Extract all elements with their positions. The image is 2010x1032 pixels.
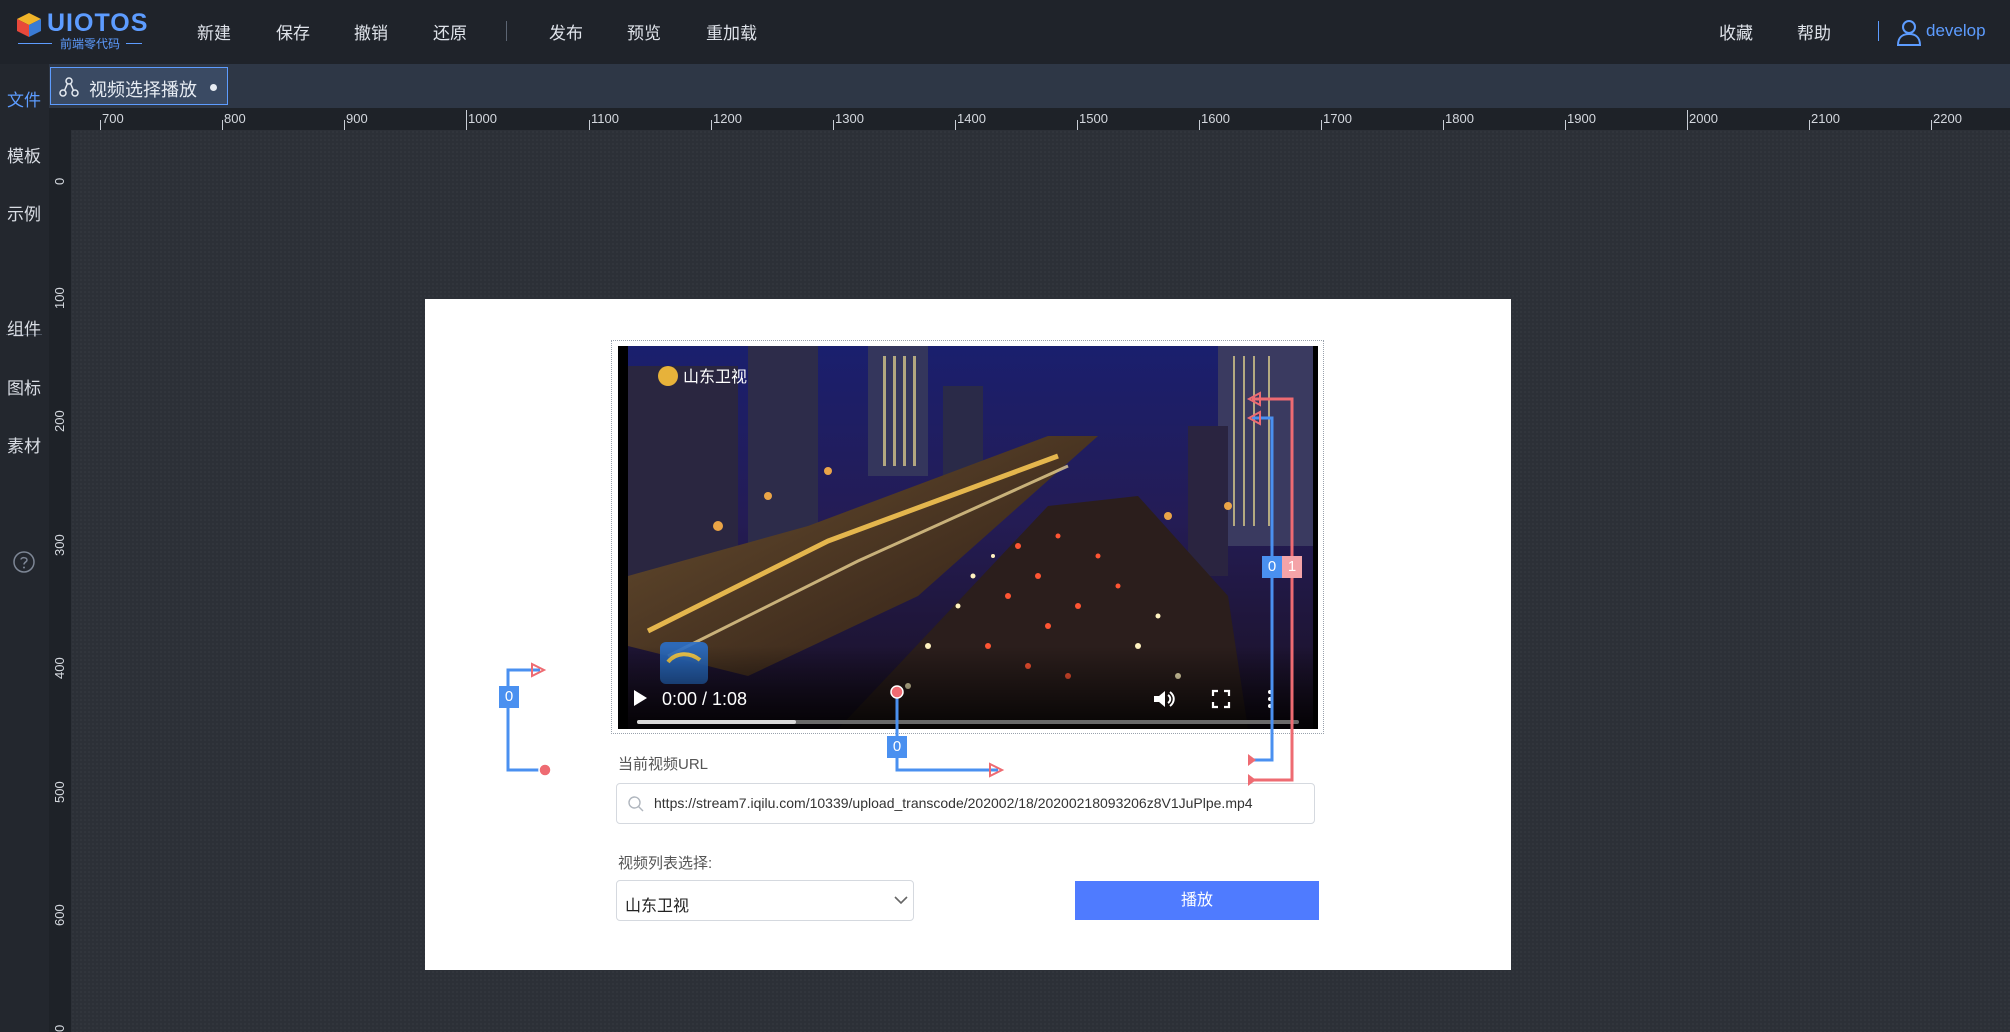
channel-watermark: 山东卫视: [683, 368, 747, 386]
ruler-label: 400: [52, 657, 67, 679]
ruler-tick: [1931, 120, 1932, 130]
volume-icon[interactable]: [1153, 689, 1177, 709]
tab-bar: 视频选择播放: [49, 64, 2010, 108]
menu-favorites[interactable]: 收藏: [1719, 19, 1753, 44]
ruler-tick: [344, 120, 345, 130]
sidebar-item-template[interactable]: 模板: [0, 142, 48, 167]
ruler-tick: [1565, 120, 1566, 130]
sidebar-item-example[interactable]: 示例: [0, 200, 48, 225]
search-icon: [628, 796, 644, 812]
ruler-label: 700: [102, 111, 124, 126]
menu-new[interactable]: 新建: [197, 19, 231, 44]
link-badge-middle: 0: [887, 736, 907, 758]
sidebar-item-file[interactable]: 文件: [0, 86, 48, 111]
unsaved-dot-icon: [210, 84, 217, 91]
ruler-label: 2200: [1933, 111, 1962, 126]
ruler-label: 900: [346, 111, 368, 126]
top-bar: UIOTOS 前端零代码 新建 保存 撤销 还原 发布 预览 重加载 收藏 帮助…: [0, 0, 2010, 64]
menu-preview[interactable]: 预览: [627, 19, 661, 44]
menu-help[interactable]: 帮助: [1797, 19, 1831, 44]
play-icon[interactable]: [632, 689, 648, 707]
video-progress-bar[interactable]: [637, 720, 1299, 724]
ruler-label: 500: [52, 781, 67, 803]
ruler-tick: [1443, 120, 1444, 130]
ruler-tick: [711, 120, 712, 130]
menu-divider: [506, 21, 507, 41]
sidebar-item-icon[interactable]: 图标: [0, 374, 48, 399]
video-time: 0:00 / 1:08: [662, 689, 748, 709]
ruler-tick: [1321, 120, 1322, 130]
design-workarea[interactable]: 山东卫视 0:00 / 1:08 当前视频URL https://stream7…: [71, 130, 2010, 1032]
ruler-label: 200: [52, 410, 67, 432]
ruler-label: 600: [52, 904, 67, 926]
ruler-label: 1300: [835, 111, 864, 126]
logo-divider: [18, 43, 52, 44]
ruler-label: 1200: [713, 111, 742, 126]
video-list-select[interactable]: 山东卫视: [616, 880, 914, 921]
ruler-label: 2100: [1811, 111, 1840, 126]
tab-label: 视频选择播放: [89, 80, 197, 100]
ruler-label: 100: [52, 287, 67, 309]
play-button[interactable]: 播放: [1075, 881, 1319, 920]
tab-video-select-play[interactable]: 视频选择播放: [50, 67, 228, 105]
ruler-tick: [1809, 120, 1810, 130]
menu-redo[interactable]: 还原: [433, 19, 467, 44]
design-canvas[interactable]: 山东卫视 0:00 / 1:08 当前视频URL https://stream7…: [425, 299, 1511, 970]
ruler-label: 0: [52, 1024, 67, 1032]
link-badge-right-blue: 0: [1262, 556, 1282, 578]
question-circle-icon[interactable]: [12, 550, 36, 574]
logo-title: UIOTOS: [47, 9, 149, 37]
user-name[interactable]: develop: [1926, 21, 1986, 41]
ruler-label: 1400: [957, 111, 986, 126]
select-value: 山东卫视: [625, 898, 690, 915]
ruler-tick: [1687, 110, 1688, 130]
ruler-label: 1700: [1323, 111, 1352, 126]
logo-divider: [126, 43, 142, 44]
video-controls: 0:00 / 1:08: [618, 646, 1318, 729]
ruler-tick: [589, 120, 590, 130]
menu-divider: [1878, 21, 1879, 41]
vertical-ruler: 0 100 200 300 400 500 600 0: [49, 130, 71, 1032]
horizontal-ruler: 700 800 900 1000 1100 1200 1300 1400 1500 1600 170…: [49, 108, 2010, 130]
chevron-down-icon: [894, 896, 908, 905]
ruler-tick: [955, 120, 956, 130]
ruler-label: 1500: [1079, 111, 1108, 126]
ruler-tick: [1199, 120, 1200, 130]
url-label: 当前视频URL: [618, 756, 709, 773]
menu-save[interactable]: 保存: [276, 19, 310, 44]
ruler-label: 1800: [1445, 111, 1474, 126]
user-icon[interactable]: [1896, 18, 1922, 46]
video-list-label: 视频列表选择:: [618, 855, 713, 872]
link-badge-left: 0: [499, 686, 519, 708]
link-badge-right-red: 1: [1282, 556, 1302, 578]
video-player[interactable]: 山东卫视 0:00 / 1:08: [618, 346, 1318, 729]
ruler-label: 1600: [1201, 111, 1230, 126]
menu-reload[interactable]: 重加载: [706, 19, 757, 44]
ruler-label: 1900: [1567, 111, 1596, 126]
ruler-label: 2000: [1689, 111, 1718, 126]
video-buffered-bar: [637, 720, 796, 724]
ruler-label: 300: [52, 534, 67, 556]
ruler-label: 1000: [468, 111, 497, 126]
url-value: https://stream7.iqilu.com/10339/upload_t…: [654, 795, 1253, 811]
logo-subtitle: 前端零代码: [60, 37, 121, 51]
menu-undo[interactable]: 撤销: [354, 19, 388, 44]
menu-publish[interactable]: 发布: [549, 19, 583, 44]
ruler-tick: [833, 120, 834, 130]
left-sidebar: 文件 模板 示例 组件 图标 素材: [0, 64, 50, 1032]
ruler-tick: [100, 120, 101, 130]
sidebar-item-component[interactable]: 组件: [0, 315, 48, 340]
ruler-label: 1100: [591, 111, 619, 126]
more-options-icon[interactable]: [1266, 689, 1274, 709]
fullscreen-icon[interactable]: [1211, 689, 1231, 709]
logo-cube-icon: [17, 13, 41, 37]
ruler-tick: [466, 110, 467, 130]
flow-graph-icon: [59, 77, 79, 97]
url-input[interactable]: https://stream7.iqilu.com/10339/upload_t…: [616, 783, 1315, 824]
ruler-label: 800: [224, 111, 246, 126]
ruler-tick: [1077, 120, 1078, 130]
ruler-label: 0: [52, 177, 67, 185]
sidebar-item-material[interactable]: 素材: [0, 432, 48, 457]
ruler-tick: [222, 120, 223, 130]
